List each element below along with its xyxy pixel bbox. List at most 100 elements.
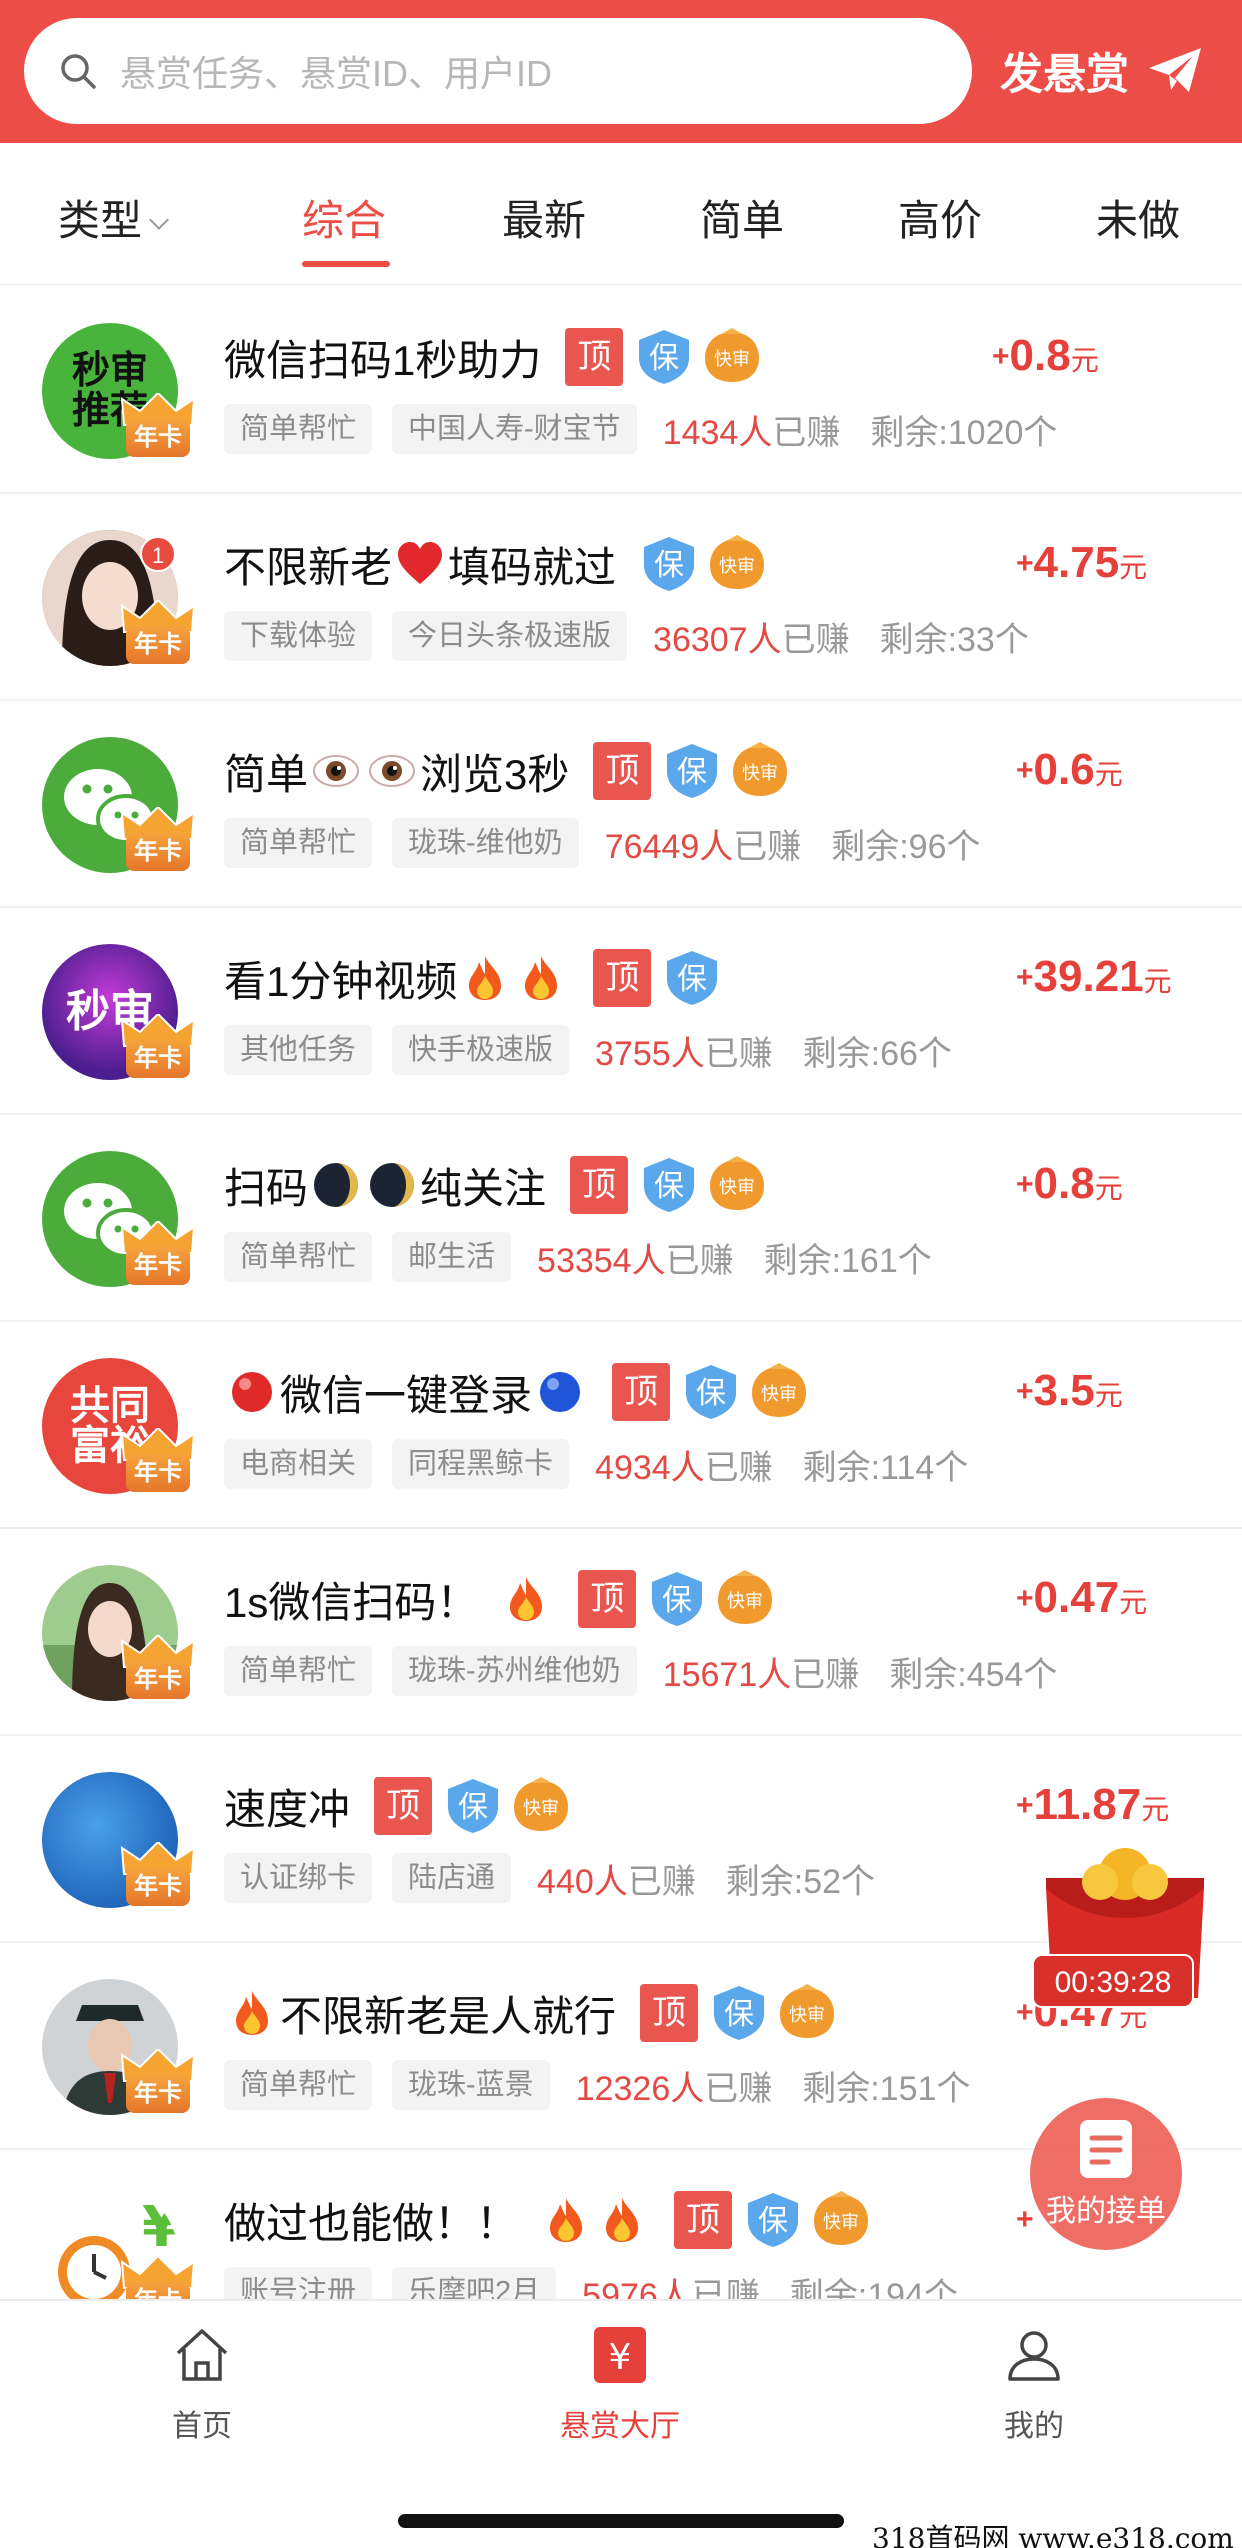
tab-comprehensive[interactable]: 综合 (302, 187, 386, 248)
my-orders-button[interactable]: 我的接单 (1030, 2098, 1182, 2250)
svg-text:¥: ¥ (609, 2337, 632, 2378)
earned-count: 15671人已赚 (662, 1655, 860, 1694)
type-filter-dropdown[interactable]: 类型 (58, 187, 169, 248)
nav-bounty-hall[interactable]: ¥ 悬赏大厅 (520, 2323, 720, 2445)
countdown-timer: 00:39:28 (1032, 1954, 1194, 2008)
annual-card-badge: 年卡 (120, 2049, 196, 2117)
task-row[interactable]: 秒审推荐 年卡 微信扫码1秒助力 顶 简单帮忙 中国人寿-财宝节 1434人已赚… (0, 287, 1242, 494)
task-row[interactable]: 秒审 年卡 看1分钟视频 顶 其他任务 快手极速版 3755人已赚 剩余:66个… (0, 908, 1242, 1115)
notification-badge: 1 (140, 536, 176, 572)
remaining-count: 剩余:66个 (802, 1034, 952, 1073)
guarantee-badge-icon (444, 1777, 502, 1835)
reward-price: +0.8元 (992, 331, 1099, 380)
task-meta: 下载体验 今日头条极速版 36307人已赚 剩余:33个 (224, 608, 1029, 664)
fast-review-badge-icon (706, 535, 768, 593)
fire-icon (542, 2196, 590, 2244)
task-title: 扫码 纯关注 顶 (224, 1153, 768, 1217)
annual-card-badge: 年卡 (120, 1842, 196, 1910)
guarantee-badge-icon (663, 742, 721, 800)
earned-count: 3755人已赚 (595, 1034, 773, 1073)
task-meta: 认证绑卡 陆店通 440人已赚 剩余:52个 (224, 1850, 875, 1906)
post-bounty-button[interactable]: 发悬赏 (1000, 34, 1203, 108)
search-bar[interactable]: 悬赏任务、悬赏ID、用户ID (24, 18, 972, 124)
paper-plane-icon (1149, 48, 1201, 92)
bottom-nav: 首页 ¥ 悬赏大厅 我的 318首码网 www.e318.com (0, 2299, 1242, 2548)
clipboard-icon (1080, 2120, 1132, 2178)
nav-bounty-hall-label: 悬赏大厅 (560, 2410, 680, 2443)
fast-review-badge-icon (776, 1984, 838, 2042)
blue-circle-icon (536, 1368, 584, 1416)
top-badge: 顶 (640, 1984, 699, 2042)
top-badge: 顶 (565, 328, 624, 386)
reward-price: +0.47元 (1016, 1573, 1148, 1622)
task-row[interactable]: 年卡 简单 浏览3秒 顶 简单帮忙 珑珠-维他奶 76449人已赚 剩余:96个… (0, 701, 1242, 908)
earned-count: 440人已赚 (537, 1862, 696, 1901)
project-tag: 快手极速版 (392, 1025, 570, 1075)
post-bounty-label: 发悬赏 (1000, 51, 1129, 99)
nav-home[interactable]: 首页 (102, 2323, 302, 2445)
task-row[interactable]: 年卡 扫码 纯关注 顶 简单帮忙 邮生活 53354人已赚 剩余:161个 +0… (0, 1115, 1242, 1322)
remaining-count: 剩余:194个 (789, 2276, 958, 2300)
guarantee-badge-icon (640, 535, 698, 593)
task-row[interactable]: 年卡 1s微信扫码！ 顶 简单帮忙 珑珠-苏州维他奶 15671人已赚 剩余:4… (0, 1529, 1242, 1736)
task-meta: 账号注册 乐摩吧2月 5976人已赚 剩余:194个 (224, 2264, 958, 2299)
fast-review-badge-icon (810, 2191, 872, 2249)
nav-mine-label: 我的 (1004, 2410, 1064, 2443)
search-placeholder: 悬赏任务、悬赏ID、用户ID (120, 53, 553, 94)
earned-count: 4934人已赚 (595, 1448, 773, 1487)
moon-icon (368, 1161, 416, 1209)
tab-high-price[interactable]: 高价 (898, 187, 982, 248)
nav-mine[interactable]: 我的 (934, 2323, 1134, 2445)
category-tag: 电商相关 (224, 1439, 373, 1489)
category-tag: 简单帮忙 (224, 1646, 373, 1696)
task-title: 看1分钟视频 顶 (224, 946, 721, 1010)
task-meta: 简单帮忙 中国人寿-财宝节 1434人已赚 剩余:1020个 (224, 401, 1057, 457)
task-row[interactable]: 1 年卡 不限新老 填码就过 下载体验 今日头条极速版 36307人已赚 剩余:… (0, 494, 1242, 701)
task-title: 微信一键登录 顶 (224, 1360, 810, 1424)
task-row[interactable]: 共同富裕 年卡 微信一键登录 顶 电商相关 同程黑鲸卡 4934人已赚 剩余:1… (0, 1322, 1242, 1529)
annual-card-badge: 年卡 (120, 1635, 196, 1703)
red-circle-icon (228, 1368, 276, 1416)
remaining-count: 剩余:33个 (879, 620, 1029, 659)
project-tag: 陆店通 (392, 1853, 512, 1903)
remaining-count: 剩余:151个 (802, 2069, 971, 2108)
annual-card-badge: 年卡 (120, 1221, 196, 1289)
annual-card-badge: 年卡 (120, 600, 196, 668)
tab-simple[interactable]: 简单 (700, 187, 784, 248)
chevron-down-icon (149, 210, 169, 230)
home-icon (176, 2329, 228, 2381)
guarantee-badge-icon (635, 328, 693, 386)
earned-count: 53354人已赚 (537, 1241, 734, 1280)
project-tag: 珑珠-维他奶 (392, 818, 579, 868)
top-badge: 顶 (570, 1156, 629, 1214)
remaining-count: 剩余:96个 (831, 827, 981, 866)
task-meta: 简单帮忙 珑珠-维他奶 76449人已赚 剩余:96个 (224, 815, 981, 871)
top-header: 悬赏任务、悬赏ID、用户ID 发悬赏 (0, 0, 1242, 143)
category-tag: 简单帮忙 (224, 2060, 373, 2110)
search-icon (61, 54, 96, 89)
project-tag: 乐摩吧2月 (392, 2267, 557, 2299)
remaining-count: 剩余:454个 (889, 1655, 1058, 1694)
tab-latest[interactable]: 最新 (502, 187, 586, 248)
moon-icon (312, 1161, 360, 1209)
project-tag: 珑珠-苏州维他奶 (392, 1646, 637, 1696)
task-meta: 简单帮忙 邮生活 53354人已赚 剩余:161个 (224, 1229, 932, 1285)
category-tag: 简单帮忙 (224, 818, 373, 868)
nav-home-label: 首页 (172, 2410, 232, 2443)
task-meta: 其他任务 快手极速版 3755人已赚 剩余:66个 (224, 1022, 952, 1078)
annual-card-badge: 年卡 (120, 807, 196, 875)
task-meta: 简单帮忙 珑珠-蓝景 12326人已赚 剩余:151个 (224, 2057, 970, 2113)
tab-undone[interactable]: 未做 (1096, 187, 1180, 248)
top-badge: 顶 (593, 742, 652, 800)
project-tag: 同程黑鲸卡 (392, 1439, 570, 1489)
earned-count: 12326人已赚 (575, 2069, 773, 2108)
annual-card-badge: 年卡 (120, 393, 196, 461)
remaining-count: 剩余:114个 (802, 1448, 969, 1487)
filter-tabs: 类型 综合 最新 简单 高价 未做 (0, 143, 1242, 285)
category-tag: 账号注册 (224, 2267, 373, 2299)
fast-review-badge-icon (510, 1777, 572, 1835)
top-badge: 顶 (593, 949, 652, 1007)
guarantee-badge-icon (710, 1984, 768, 2042)
reward-price: +39.21元 (1016, 952, 1172, 1001)
top-badge: 顶 (578, 1570, 637, 1628)
